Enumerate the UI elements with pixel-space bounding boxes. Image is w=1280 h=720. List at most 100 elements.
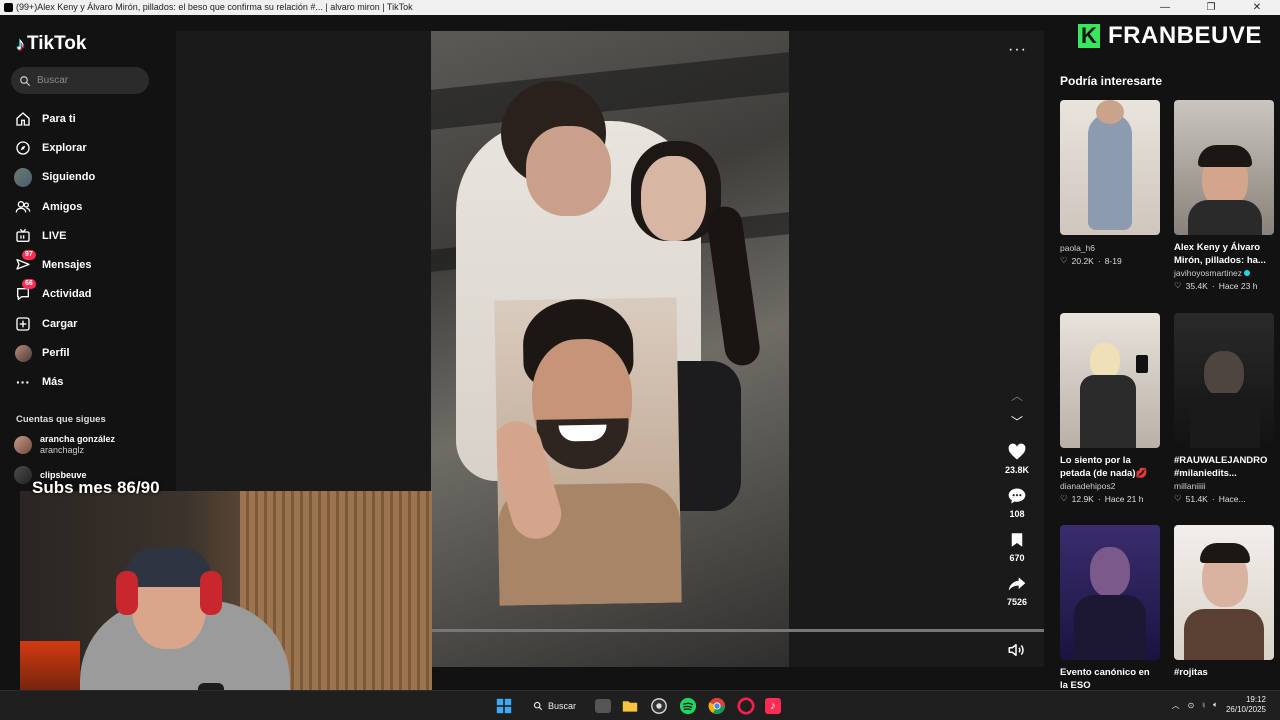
sidebar-item-cargar[interactable]: Cargar xyxy=(14,309,95,338)
sidebar-item-mensajes[interactable]: 97 Mensajes xyxy=(14,250,95,279)
windows-taskbar: Buscar ♪ ︿ ⊙ ♮ 🔈︎ 19:12 26/10/2025 xyxy=(0,690,1280,720)
chrome-icon[interactable] xyxy=(707,696,727,716)
comment-button[interactable]: 108 xyxy=(998,485,1036,519)
compass-icon xyxy=(14,139,32,157)
window-title: (99+)Alex Keny y Álvaro Mirón, pillados:… xyxy=(16,2,413,12)
video-title: #rojitas xyxy=(1174,667,1208,678)
upload-icon xyxy=(14,315,32,333)
sidebar-item-label: Más xyxy=(42,376,64,389)
recommended-video-card[interactable]: paola_h6 ♡ 20.2K · 8-19 xyxy=(1060,100,1160,266)
task-view-icon[interactable] xyxy=(595,699,612,713)
sidebar-item-perfil[interactable]: Perfil xyxy=(14,338,95,367)
share-icon xyxy=(1006,573,1028,595)
taskbar-clock[interactable]: 19:12 26/10/2025 xyxy=(1226,695,1266,715)
sidebar-item-label: Siguiendo xyxy=(42,171,96,184)
tray-overflow-icon[interactable]: ︿ xyxy=(1172,700,1180,711)
live-icon xyxy=(14,227,32,245)
brand-name: FRANBEUVE xyxy=(1108,22,1262,49)
recommendations-panel: K FRANBEUVE Podría interesarte paola_h6 … xyxy=(1044,15,1280,690)
sidebar-item-explorar[interactable]: Explorar xyxy=(14,133,95,162)
tiktok-logo[interactable]: ♪ TikTok xyxy=(16,33,86,55)
sidebar-item-label: Amigos xyxy=(42,200,83,213)
volume-button[interactable] xyxy=(1007,641,1025,659)
next-video-button[interactable]: ﹀ xyxy=(1009,413,1025,429)
following-avatar xyxy=(14,167,32,187)
sidebar-item-actividad[interactable]: 66 Actividad xyxy=(14,279,95,309)
tiktok-app-icon[interactable]: ♪ xyxy=(765,698,782,714)
account-handle: aranchaglz xyxy=(40,445,85,455)
account-avatar xyxy=(14,436,32,454)
clock-time: 19:12 xyxy=(1245,695,1266,704)
messages-badge: 97 xyxy=(22,250,36,261)
heart-icon xyxy=(1006,441,1028,463)
video-title: Evento canónico en la ESO xyxy=(1060,667,1150,690)
recommended-video-card[interactable]: Evento canónico en la ESO xyxy=(1060,525,1160,690)
search-bar[interactable] xyxy=(11,67,149,94)
video-progress-bar[interactable] xyxy=(432,629,1044,632)
headphones xyxy=(200,571,222,615)
video-title: Lo siento por la petada (de nada)💋 xyxy=(1060,455,1148,479)
video-thumbnail xyxy=(1174,313,1274,448)
messages-icon: 97 xyxy=(14,250,36,274)
close-button[interactable]: ✕ xyxy=(1234,0,1280,15)
obs-icon[interactable] xyxy=(649,696,669,716)
recommended-video-card[interactable]: #rojitas xyxy=(1174,525,1274,679)
share-button[interactable]: 7526 xyxy=(998,573,1036,607)
sidebar-item-label: Cargar xyxy=(42,317,78,330)
sidebar-item-siguiendo[interactable]: Siguiendo xyxy=(14,163,95,192)
video-author: dianadehipos2 xyxy=(1060,481,1116,491)
file-explorer-icon[interactable] xyxy=(620,696,640,716)
volume-icon[interactable]: 🔈︎ xyxy=(1213,700,1218,710)
microphone-icon[interactable]: ♮ xyxy=(1202,701,1205,710)
previous-video-button[interactable]: ︿ xyxy=(1009,387,1025,403)
more-options-button[interactable]: ··· xyxy=(1008,41,1027,59)
sidebar-item-label: Para ti xyxy=(42,112,76,125)
video-author: paola_h6 xyxy=(1060,243,1095,253)
windows-start-icon[interactable] xyxy=(494,696,514,716)
recommended-video-card[interactable]: Alex Keny y Álvaro Mirón, pillados: ha..… xyxy=(1174,100,1274,291)
sidebar-item-para-ti[interactable]: Para ti xyxy=(14,104,95,133)
sidebar-item-label: Perfil xyxy=(42,347,70,360)
system-tray: ︿ ⊙ ♮ 🔈︎ 19:12 26/10/2025 xyxy=(1172,695,1266,715)
recommended-video-card[interactable]: #RAUWALEJANDRO #milaniedits... millaniii… xyxy=(1174,313,1274,504)
video-author: javihoyosmartinez xyxy=(1174,268,1274,278)
video-meta: ♡ 12.9K · Hace 21 h xyxy=(1060,493,1144,504)
following-section-title: Cuentas que sigues xyxy=(16,414,106,425)
recommended-video-card[interactable]: Lo siento por la petada (de nada)💋 diana… xyxy=(1060,313,1160,504)
like-button[interactable]: 23.8K xyxy=(998,441,1036,475)
activity-badge: 66 xyxy=(22,279,36,290)
restore-button[interactable]: ❐ xyxy=(1188,0,1234,15)
network-icon[interactable]: ⊙ xyxy=(1188,701,1195,710)
window-controls: — ❐ ✕ xyxy=(1142,0,1280,15)
sidebar-item-label: Explorar xyxy=(42,141,87,154)
tiktok-favicon-icon xyxy=(4,3,13,12)
spotify-icon[interactable] xyxy=(678,696,698,716)
heart-outline-icon: ♡ xyxy=(1060,493,1068,503)
heart-outline-icon: ♡ xyxy=(1174,493,1182,503)
more-icon: ··· xyxy=(16,374,30,391)
account-avatar xyxy=(14,466,32,484)
following-account[interactable]: arancha gonzález aranchaglz xyxy=(14,434,115,456)
speaker-icon xyxy=(1008,644,1024,656)
home-icon xyxy=(14,110,32,128)
sidebar-item-label: LIVE xyxy=(42,229,67,242)
video-player[interactable] xyxy=(431,31,789,667)
sidebar-item-live[interactable]: LIVE xyxy=(14,221,95,250)
streamer-brand-overlay: K FRANBEUVE xyxy=(1078,22,1262,50)
video-meta: ♡ 51.4K · Hace... xyxy=(1174,493,1246,504)
save-button[interactable]: 670 xyxy=(998,529,1036,563)
search-input[interactable] xyxy=(37,75,137,86)
sidebar-item-mas[interactable]: ··· Más xyxy=(14,368,95,397)
share-count: 7526 xyxy=(1006,597,1028,607)
comment-icon xyxy=(1006,485,1028,507)
sidebar-item-amigos[interactable]: Amigos xyxy=(14,192,95,221)
like-count: 23.8K xyxy=(1004,465,1030,475)
opera-gx-icon[interactable] xyxy=(736,696,756,716)
taskbar-search[interactable]: Buscar xyxy=(523,696,586,716)
background-escalator xyxy=(431,52,789,130)
activity-icon: 66 xyxy=(14,279,36,303)
video-author: millaniiiii xyxy=(1174,481,1206,491)
search-icon xyxy=(533,701,543,711)
minimize-button[interactable]: — xyxy=(1142,0,1188,15)
video-meta: ♡ 35.4K · Hace 23 h xyxy=(1174,280,1258,291)
